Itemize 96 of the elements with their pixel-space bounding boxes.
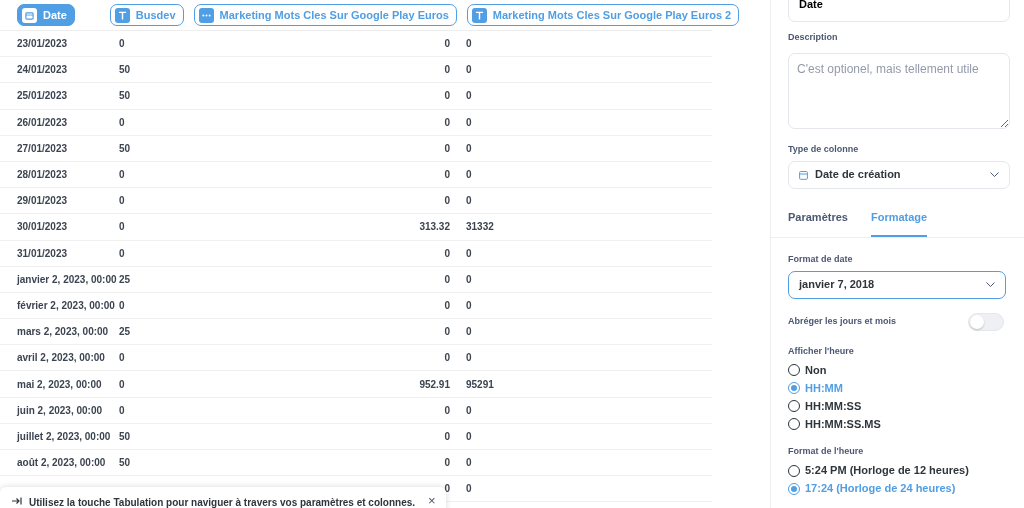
table-cell-text: 0	[443, 37, 450, 52]
calendar-icon	[22, 7, 37, 23]
table-cell-text: 50	[119, 456, 132, 471]
table-cell-text: 0	[443, 246, 450, 261]
table-cell-text: 28/01/2023	[16, 168, 69, 183]
table-cell-text: mars 2, 2023, 00:00	[16, 325, 110, 340]
table-cell-text: 50	[119, 89, 132, 104]
table-cell-text: 0	[465, 63, 472, 78]
table-cell-text: 50	[119, 63, 132, 78]
table-cell-text: 27/01/2023	[16, 141, 69, 156]
table-cell-text: 0	[443, 456, 450, 471]
field-label: Format de date	[788, 253, 854, 266]
toast-message: Utilisez la touche Tabulation pour naviguer à travers vos paramètres et colonnes.	[29, 496, 416, 508]
table-cell-text: 25	[119, 272, 132, 287]
description-field[interactable]: C'est optionel, mais tellement utile	[788, 52, 1010, 129]
table-cell-text: 952.91	[418, 377, 450, 392]
table-cell-text: 25/01/2023	[16, 89, 69, 104]
table-cell-text: mai 2, 2023, 00:00	[16, 377, 103, 392]
table-cell-text: 0	[443, 89, 450, 104]
table-cell-text: 0	[465, 456, 472, 471]
chevron-down-icon	[990, 172, 999, 177]
table-cell-text: 0	[119, 37, 126, 52]
table-cell-text: 31332	[465, 220, 494, 235]
table-cell-text: 0	[465, 89, 472, 104]
radio-option[interactable]: Non	[788, 361, 827, 379]
radio-option[interactable]: HH:MM:SS.MS	[788, 415, 881, 433]
table-cell-text: 95291	[465, 377, 494, 392]
table-cell-text: 0	[443, 194, 450, 209]
calendar-icon	[799, 169, 808, 180]
table-cell-text: 0	[119, 220, 126, 235]
table-cell-text: 0	[465, 325, 472, 340]
table-cell-text: 0	[465, 141, 472, 156]
settings-tab[interactable]: Paramètres	[788, 208, 848, 237]
table-cell-text: 24/01/2023	[16, 63, 69, 78]
table-cell-text: 25	[119, 325, 132, 340]
table-cell-text: 50	[119, 141, 132, 156]
table-cell-text: 0	[119, 194, 126, 209]
table-cell-text: 0	[443, 429, 450, 444]
table-cell-text: 0	[443, 325, 450, 340]
table-cell-text: 26/01/2023	[16, 115, 69, 130]
table-cell-text: 0	[443, 298, 450, 313]
table-cell-text: 0	[443, 351, 450, 366]
radio-option[interactable]: 5:24 PM (Horloge de 12 heures)	[788, 461, 969, 480]
table-cell-text: 0	[119, 351, 126, 366]
table-cell-text: 0	[465, 168, 472, 183]
date-format-select[interactable]: janvier 7, 2018	[788, 270, 1006, 299]
table-cell-text: 0	[443, 403, 450, 418]
field-label: Afficher l'heure	[788, 344, 855, 358]
table-cell-text: 0	[443, 115, 450, 130]
name-field[interactable]: Date	[788, 0, 1010, 22]
table-cell-text: 0	[119, 168, 126, 183]
table-cell-text: 0	[119, 377, 126, 392]
table-cell-text: août 2, 2023, 00:00	[16, 456, 107, 471]
toggle-switch[interactable]	[968, 312, 1004, 331]
table-cell-text: janvier 2, 2023, 00:00	[15, 272, 118, 287]
table-cell-text: 0	[465, 37, 472, 52]
toggle-label: Abréger les jours et mois	[788, 314, 897, 328]
table-cell-text: 0	[465, 429, 472, 444]
table-cell-text: 0	[465, 482, 472, 497]
table-cell-text: juillet 2, 2023, 00:00	[15, 429, 112, 444]
table-cell-text: février 2, 2023, 00:00	[16, 298, 116, 313]
field-label: Description	[788, 31, 839, 44]
table-cell-text: 0	[443, 272, 450, 287]
column-type-select[interactable]: Date de création	[788, 160, 1010, 189]
table-cell-text: 31/01/2023	[16, 246, 69, 261]
table-cell-text: 313.32	[418, 220, 450, 235]
chevron-down-icon	[986, 282, 995, 287]
field-label: Type de colonne	[788, 143, 860, 156]
table-cell-text: 0	[465, 115, 472, 130]
table-cell-text: 0	[465, 194, 472, 209]
radio-option[interactable]: HH:MM:SS	[788, 397, 862, 415]
table-cell-text: 50	[119, 429, 132, 444]
table-cell-text: 0	[119, 298, 126, 313]
table-cell-text: 0	[465, 351, 472, 366]
table-cell-text: 30/01/2023	[16, 220, 69, 235]
table-cell-text: 0	[443, 482, 450, 497]
table-cell-text: 0	[119, 115, 126, 130]
table-cell-text: 0	[465, 403, 472, 418]
table-cell-text: 23/01/2023	[16, 37, 69, 52]
field-label: Format de l'heure	[788, 445, 865, 458]
ellipsis-icon	[198, 7, 214, 23]
table-cell-text: 0	[443, 141, 450, 156]
table-cell-text: 0	[443, 63, 450, 78]
table-cell-text: 0	[465, 272, 472, 287]
table-cell-text: 29/01/2023	[16, 194, 69, 209]
table-cell-text: 0	[119, 403, 126, 418]
text-icon	[114, 7, 130, 23]
tab-key-icon	[12, 497, 22, 505]
table-cell-text: 0	[119, 246, 126, 261]
table-cell-text: 0	[465, 246, 472, 261]
table-cell-text: 0	[465, 298, 472, 313]
table-cell-text: juin 2, 2023, 00:00	[15, 403, 104, 418]
text-icon	[471, 7, 487, 23]
table-cell-text: 0	[443, 168, 450, 183]
close-button[interactable]: ×	[422, 494, 436, 507]
table-cell-text: avril 2, 2023, 00:00	[16, 351, 106, 366]
